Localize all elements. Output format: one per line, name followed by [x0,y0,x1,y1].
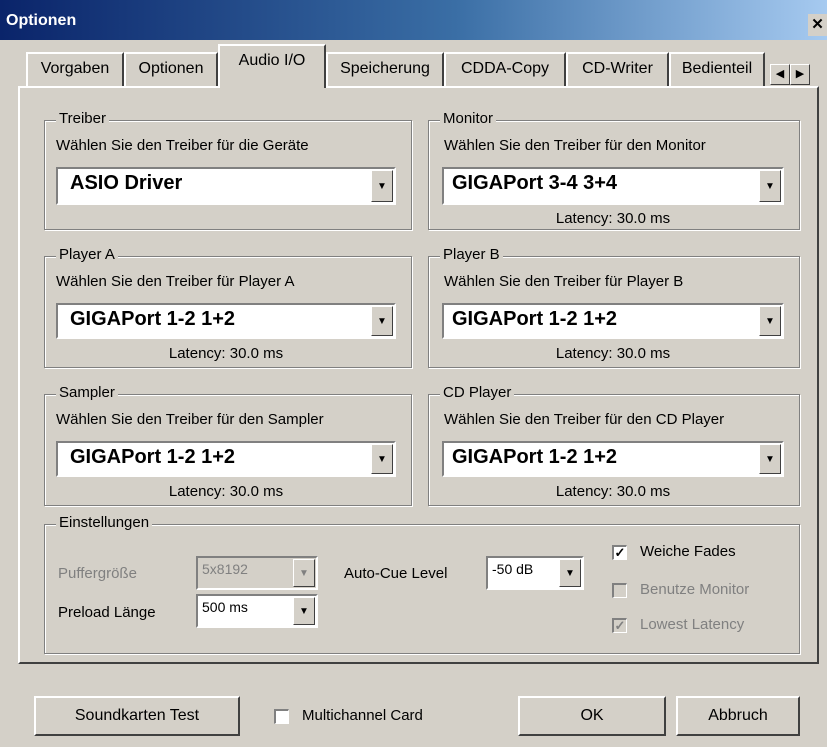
player-a-value: GIGAPort 1-2 1+2 [70,308,236,330]
abbruch-button[interactable]: Abbruch [676,696,800,736]
autocue-label: Auto-Cue Level [344,565,448,582]
group-player-a-title: Player A [56,247,118,263]
tab-optionen[interactable]: Optionen [124,52,218,86]
tab-label: Bedienteil [681,60,753,77]
player-b-value: GIGAPort 1-2 1+2 [452,308,618,330]
benutze-monitor-label: Benutze Monitor [640,581,750,598]
weiche-fades-checkbox[interactable]: ✓ [612,545,627,560]
sampler-dropdown[interactable]: GIGAPort 1-2 1+2 ▼ [56,441,396,477]
ok-button[interactable]: OK [518,696,666,736]
treiber-value: ASIO Driver [70,172,183,194]
group-cd-player-title: CD Player [440,385,515,401]
dropdown-arrow-icon: ▼ [371,170,393,202]
tab-cd-writer[interactable]: CD-Writer [566,52,669,86]
player-a-dropdown[interactable]: GIGAPort 1-2 1+2 ▼ [56,303,396,339]
monitor-latency: Latency: 30.0 ms [555,210,671,227]
weiche-fades-label: Weiche Fades [640,543,736,560]
dropdown-arrow-icon: ▼ [559,559,581,587]
dropdown-arrow-icon: ▼ [293,559,315,587]
tab-audio-io[interactable]: Audio I/O [218,44,326,88]
title-bar [0,0,827,40]
treiber-dropdown[interactable]: ASIO Driver ▼ [56,167,396,205]
dropdown-arrow-icon: ▼ [759,170,781,202]
tab-vorgaben[interactable]: Vorgaben [26,52,124,86]
group-monitor-title: Monitor [440,111,497,127]
arrow-right-icon: ▶ [795,68,805,80]
dropdown-arrow-icon: ▼ [371,306,393,336]
group-einstellungen-title: Einstellungen [56,515,153,531]
tab-label: Speicherung [340,60,430,77]
close-icon: ✕ [811,16,824,33]
tab-cdda-copy[interactable]: CDDA-Copy [444,52,566,86]
dropdown-arrow-icon: ▼ [759,444,781,474]
tab-scroll-right-button[interactable]: ▶ [790,64,810,85]
check-icon: ✓ [614,618,626,633]
monitor-label: Wählen Sie den Treiber für den Monitor [444,137,706,154]
tab-bedienteil[interactable]: Bedienteil [669,52,765,86]
dropdown-arrow-icon: ▼ [371,444,393,474]
autocue-value: -50 dB [492,561,534,577]
soundkarten-test-button[interactable]: Soundkarten Test [34,696,240,736]
player-b-label: Wählen Sie den Treiber für Player B [444,273,684,290]
cd-player-label: Wählen Sie den Treiber für den CD Player [444,411,725,428]
lowest-latency-checkbox[interactable]: ✓ [612,618,627,633]
player-b-dropdown[interactable]: GIGAPort 1-2 1+2 ▼ [442,303,784,339]
close-button[interactable]: ✕ [808,14,827,36]
preload-dropdown[interactable]: 500 ms ▼ [196,594,318,628]
tab-speicherung[interactable]: Speicherung [326,52,444,86]
dropdown-arrow-icon: ▼ [293,597,315,625]
multichannel-label: Multichannel Card [302,707,423,724]
monitor-value: GIGAPort 3-4 3+4 [452,172,618,194]
sampler-label: Wählen Sie den Treiber für den Sampler [56,411,324,428]
preload-label: Preload Länge [58,604,156,621]
benutze-monitor-checkbox[interactable] [612,583,627,598]
group-player-b-title: Player B [440,247,503,263]
player-b-latency: Latency: 30.0 ms [555,345,671,362]
lowest-latency-label: Lowest Latency [640,616,745,633]
sampler-latency: Latency: 30.0 ms [168,483,284,500]
treiber-label: Wählen Sie den Treiber für die Geräte [56,137,309,154]
cd-player-dropdown[interactable]: GIGAPort 1-2 1+2 ▼ [442,441,784,477]
tab-label: CDDA-Copy [460,60,549,77]
puffergroesse-label: Puffergröße [58,565,137,582]
tab-scroll-left-button[interactable]: ◀ [770,64,790,85]
group-sampler-title: Sampler [56,385,118,401]
tab-label: CD-Writer [582,60,653,77]
dropdown-arrow-icon: ▼ [759,306,781,336]
window-title: Optionen [6,12,77,29]
sampler-value: GIGAPort 1-2 1+2 [70,446,236,468]
player-a-label: Wählen Sie den Treiber für Player A [56,273,295,290]
puffergroesse-dropdown[interactable]: 5x8192 ▼ [196,556,318,590]
preload-value: 500 ms [202,599,248,615]
tab-label: Optionen [138,60,204,77]
cd-player-latency: Latency: 30.0 ms [555,483,671,500]
player-a-latency: Latency: 30.0 ms [168,345,284,362]
autocue-dropdown[interactable]: -50 dB ▼ [486,556,584,590]
multichannel-checkbox[interactable] [274,709,289,724]
puffergroesse-value: 5x8192 [202,561,248,577]
tab-label: Audio I/O [238,52,306,69]
cd-player-value: GIGAPort 1-2 1+2 [452,446,618,468]
arrow-left-icon: ◀ [775,68,785,80]
group-treiber-title: Treiber [56,111,109,127]
monitor-dropdown[interactable]: GIGAPort 3-4 3+4 ▼ [442,167,784,205]
check-icon: ✓ [614,545,626,560]
tab-label: Vorgaben [40,60,110,77]
